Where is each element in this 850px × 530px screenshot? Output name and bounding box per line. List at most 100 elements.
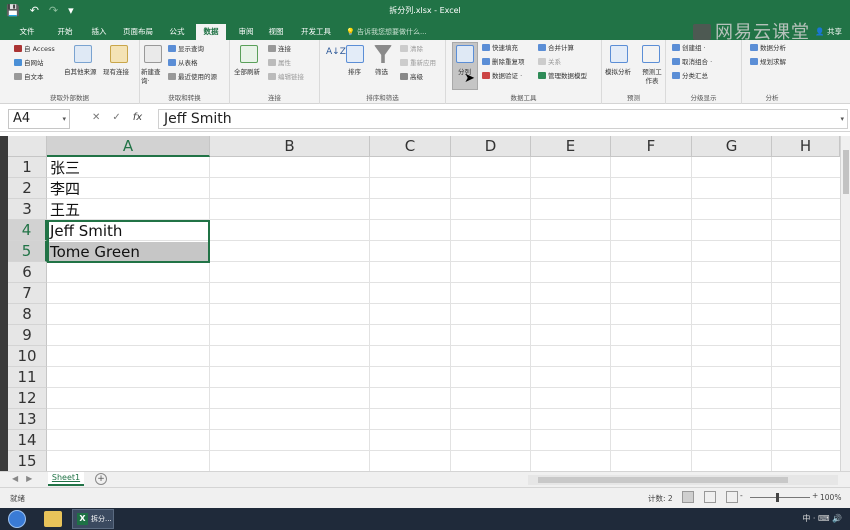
from-text-button[interactable]: 自文本 (14, 73, 44, 82)
next-sheet-icon[interactable]: ▶ (26, 474, 32, 483)
tab-insert[interactable]: 插入 (82, 24, 116, 40)
column-header-c[interactable]: C (370, 136, 451, 157)
column-header-d[interactable]: D (451, 136, 531, 157)
relationships-button[interactable]: 关系 (538, 58, 561, 67)
row-header[interactable]: 5 (8, 241, 47, 262)
clear-button[interactable]: 清除 (400, 45, 423, 54)
group-button[interactable]: 创建组 · (672, 44, 706, 53)
properties-button[interactable]: 属性 (268, 59, 291, 68)
row-header[interactable]: 11 (8, 367, 47, 388)
zoom-out-icon[interactable]: - (740, 491, 743, 500)
cancel-icon[interactable]: ✕ (92, 112, 100, 123)
row-header[interactable]: 3 (8, 199, 47, 220)
row-header[interactable]: 10 (8, 346, 47, 367)
row-header[interactable]: 2 (8, 178, 47, 199)
solver-button[interactable]: 规划求解 (750, 58, 786, 67)
row-header[interactable]: 6 (8, 262, 47, 283)
cell-a4[interactable]: Jeff Smith (48, 221, 209, 241)
tab-formulas[interactable]: 公式 (162, 24, 192, 40)
formula-input[interactable]: Jeff Smith ▾ (158, 109, 848, 129)
zoom-in-icon[interactable]: + (812, 491, 818, 500)
from-web-button[interactable]: 自网站 (14, 59, 44, 68)
recent-sources-button[interactable]: 最近使用的源 (168, 73, 217, 82)
page-break-view-icon[interactable] (726, 491, 738, 503)
show-queries-button[interactable]: 显示查询 (168, 45, 204, 54)
cell-a1[interactable]: 张三 (48, 158, 209, 178)
vertical-scrollbar[interactable] (840, 136, 850, 471)
tab-data[interactable]: 数据 (196, 24, 226, 40)
consolidate-button[interactable]: 合并计算 (538, 44, 574, 53)
tab-page-layout[interactable]: 页面布局 (118, 24, 158, 40)
flash-fill-icon (482, 44, 490, 51)
refresh-all-button[interactable]: 全部刷新 (234, 68, 260, 77)
row-header[interactable]: 1 (8, 157, 47, 178)
row-header[interactable]: 4 (8, 220, 47, 241)
tab-developer[interactable]: 开发工具 (296, 24, 336, 40)
cell-a5[interactable]: Tome Green (48, 242, 209, 262)
data-analysis-button[interactable]: 数据分析 (750, 44, 786, 53)
tab-home[interactable]: 开始 (48, 24, 82, 40)
zoom-level[interactable]: 100% (820, 493, 841, 502)
column-header-b[interactable]: B (210, 136, 370, 157)
add-sheet-button[interactable]: + (95, 473, 107, 485)
prev-sheet-icon[interactable]: ◀ (12, 474, 18, 483)
manage-data-model-button[interactable]: 管理数据模型 (538, 72, 587, 81)
sheet-tab-sheet1[interactable]: Sheet1 (48, 472, 84, 486)
existing-connections-button[interactable]: 现有连接 (103, 68, 129, 77)
row-header[interactable]: 7 (8, 283, 47, 304)
row-header[interactable]: 15 (8, 451, 47, 471)
row-header[interactable]: 9 (8, 325, 47, 346)
column-header-e[interactable]: E (531, 136, 611, 157)
share-button[interactable]: 👤 共享 (815, 24, 842, 40)
advanced-button[interactable]: 高级 (400, 73, 423, 82)
taskbar: X 拆分... 中 · ⌨ 🔊 (0, 508, 850, 530)
horizontal-scrollbar[interactable] (528, 475, 838, 485)
cell-a3[interactable]: 王五 (48, 200, 209, 220)
taskbar-excel-app[interactable]: X 拆分... (72, 509, 114, 529)
row-header[interactable]: 8 (8, 304, 47, 325)
scroll-thumb[interactable] (843, 150, 849, 194)
tab-file[interactable]: 文件 (10, 24, 44, 40)
what-if-analysis-button[interactable]: 模拟分析 (605, 68, 631, 77)
select-all-corner[interactable] (8, 136, 47, 157)
from-access-button[interactable]: 自 Access (14, 45, 55, 54)
page-layout-view-icon[interactable] (704, 491, 716, 503)
worksheet-grid[interactable]: A B C D E F G H 1 2 3 4 5 6 7 8 9 10 11 … (8, 136, 840, 471)
from-table-button[interactable]: 从表格 (168, 59, 198, 68)
connections-button[interactable]: 连接 (268, 45, 291, 54)
cell-a2[interactable]: 李四 (48, 179, 209, 199)
normal-view-icon[interactable] (682, 491, 694, 503)
group-analysis: 数据分析 规划求解 分析 (742, 40, 802, 104)
tab-view[interactable]: 视图 (262, 24, 290, 40)
sort-button[interactable]: 排序 (348, 68, 361, 77)
tell-me-box[interactable]: 💡 告诉我您想要做什么... (346, 24, 427, 40)
reapply-button[interactable]: 重新应用 (400, 59, 436, 68)
row-header[interactable]: 12 (8, 388, 47, 409)
scroll-thumb[interactable] (538, 477, 788, 483)
sort-az-icon[interactable]: A↓Z (326, 48, 346, 57)
edit-links-button[interactable]: 编辑链接 (268, 73, 304, 82)
column-header-h[interactable]: H (772, 136, 840, 157)
column-header-f[interactable]: F (611, 136, 692, 157)
start-button[interactable] (8, 510, 26, 528)
enter-icon[interactable]: ✓ (112, 112, 120, 123)
data-validation-button[interactable]: 数据验证 · (482, 72, 522, 81)
row-header[interactable]: 13 (8, 409, 47, 430)
zoom-thumb[interactable] (776, 493, 779, 502)
name-box[interactable]: A4 ▾ (8, 109, 70, 129)
from-other-sources-button[interactable]: 自其他来源 (64, 68, 97, 77)
column-header-a[interactable]: A (47, 136, 210, 157)
new-query-button[interactable]: 新建查询· (141, 68, 163, 86)
ungroup-button[interactable]: 取消组合 · (672, 58, 712, 67)
tab-review[interactable]: 审阅 (232, 24, 260, 40)
forecast-sheet-icon (642, 45, 660, 63)
forecast-sheet-button[interactable]: 预测工作表 (640, 68, 664, 86)
remove-duplicates-button[interactable]: 删除重复项 (482, 58, 525, 67)
subtotal-button[interactable]: 分类汇总 (672, 72, 708, 81)
file-explorer-icon[interactable] (44, 511, 62, 527)
insert-function-icon[interactable]: fx (133, 112, 142, 123)
row-header[interactable]: 14 (8, 430, 47, 451)
column-header-g[interactable]: G (692, 136, 772, 157)
filter-button[interactable]: 筛选 (375, 68, 388, 77)
flash-fill-button[interactable]: 快速填充 (482, 44, 518, 53)
